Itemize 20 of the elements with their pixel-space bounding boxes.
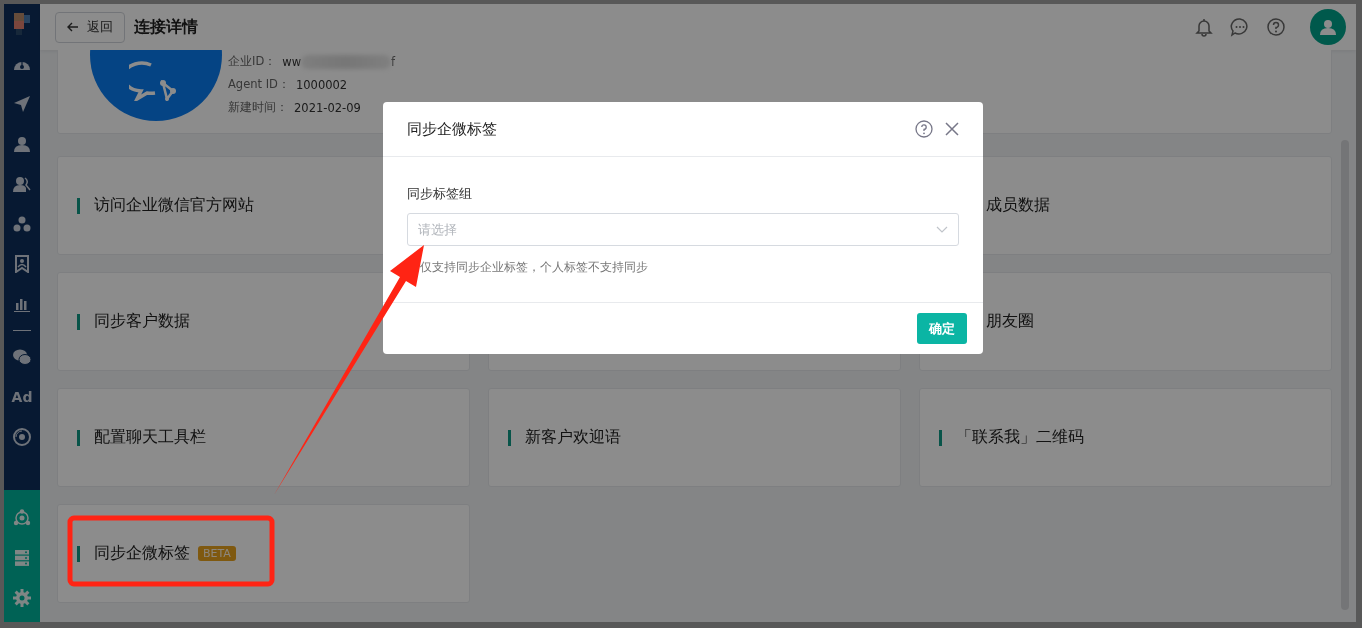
field-value: f — [391, 54, 396, 69]
card-title: 同步客户数据 — [94, 311, 190, 332]
dialog-title: 同步企微标签 — [407, 119, 498, 139]
card-title: 新客户欢迎语 — [525, 427, 621, 448]
beta-badge: BETA — [198, 546, 236, 561]
card-title: 配置聊天工具栏 — [94, 427, 206, 448]
page-title: 连接详情 — [134, 16, 199, 38]
card-title: 朋友圈 — [986, 311, 1034, 332]
field-label: 企业ID： — [228, 54, 277, 69]
card-title: 「联系我」二维码 — [956, 427, 1084, 448]
card-title: 访问企业微信官方网站 — [94, 195, 254, 216]
field-label: 同步标签组 — [407, 185, 473, 203]
field-label: Agent ID： — [228, 77, 290, 92]
field-value: ww — [282, 54, 302, 69]
field-value: 1000002 — [295, 77, 348, 92]
card-title: 成员数据 — [986, 195, 1050, 216]
card-title: 同步企微标签 — [94, 543, 190, 564]
field-value: 2021-02-09 — [294, 100, 361, 115]
hint-text: 仅支持同步企业标签，个人标签不支持同步 — [419, 260, 649, 275]
field-label: 新建时间： — [228, 100, 288, 115]
